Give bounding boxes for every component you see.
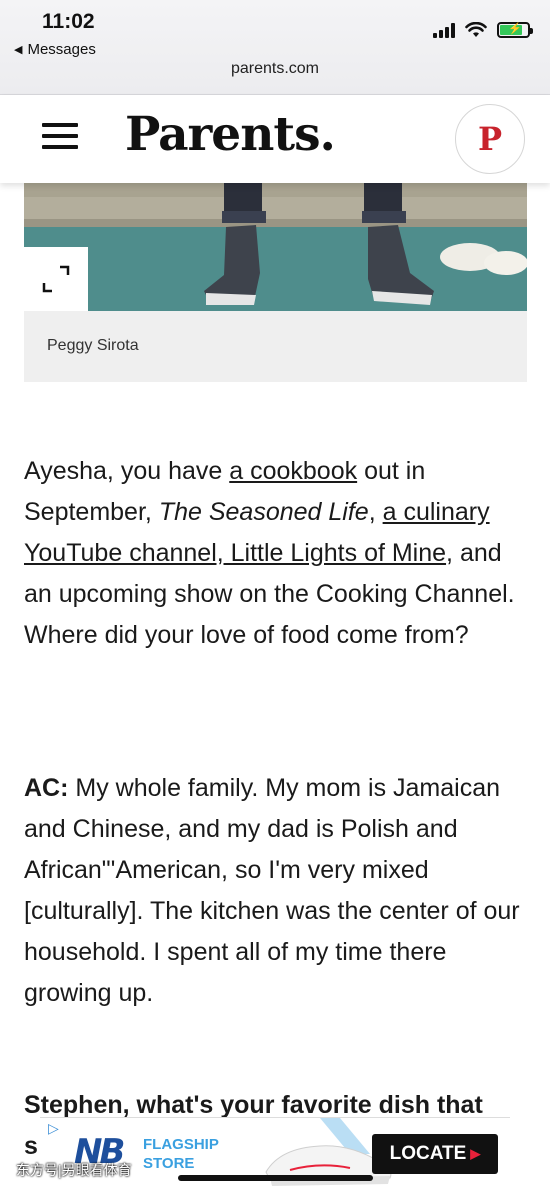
expand-icon: [42, 265, 70, 293]
book-title: The Seasoned Life: [158, 498, 369, 526]
photo-caption: Peggy Sirota: [24, 311, 527, 382]
article-photo[interactable]: [24, 183, 527, 311]
back-to-messages-button[interactable]: ◀ Messages: [14, 41, 96, 58]
back-arrow-icon: ◀: [14, 44, 23, 56]
status-icons: ⚡: [433, 22, 533, 38]
battery-icon: ⚡: [497, 22, 533, 38]
play-triangle-icon: ▶: [470, 1146, 481, 1161]
pinterest-icon: P: [477, 120, 503, 158]
cookbook-link[interactable]: a cookbook: [229, 457, 357, 485]
pinterest-share-button[interactable]: P: [455, 104, 525, 174]
site-header: Parents. P: [0, 95, 550, 183]
charging-bolt-icon: ⚡: [508, 23, 522, 35]
status-time: 11:02: [42, 10, 95, 33]
photo-credit: Peggy Sirota: [47, 337, 139, 354]
speaker-label: AC:: [24, 774, 69, 802]
cellular-signal-icon: [433, 22, 455, 38]
locate-button[interactable]: LOCATE ▶: [372, 1134, 498, 1174]
expand-image-button[interactable]: [24, 247, 88, 311]
hamburger-menu-icon[interactable]: [42, 123, 78, 149]
ad-flagship-store-text: FLAGSHIP STORE: [143, 1136, 219, 1172]
wifi-icon: [465, 22, 487, 37]
parents-logo[interactable]: Parents.: [125, 107, 336, 162]
status-bar: 11:02 ◀ Messages parents.com ⚡: [0, 0, 550, 95]
watermark: 东方号|另眼看体育: [16, 1162, 132, 1178]
adchoices-icon[interactable]: ▷: [48, 1120, 59, 1137]
home-indicator[interactable]: [178, 1175, 373, 1181]
back-label: Messages: [27, 41, 96, 58]
answer-paragraph: AC: My whole family. My mom is Jamaican …: [24, 774, 520, 1007]
url-bar[interactable]: parents.com: [0, 60, 550, 78]
question-paragraph: Ayesha, you have a cookbook out in Septe…: [24, 457, 515, 649]
